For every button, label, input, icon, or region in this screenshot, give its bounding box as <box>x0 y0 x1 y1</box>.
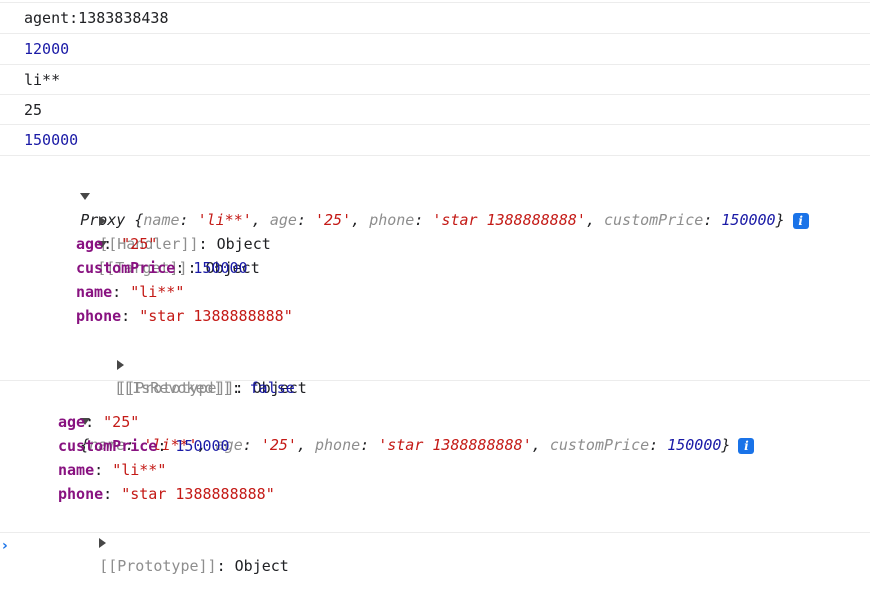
property-key: customPrice <box>76 259 176 277</box>
property-value: "star 1388888888" <box>139 307 293 325</box>
preview-key: customPrice <box>604 211 704 229</box>
preview-value: 150000 <box>667 436 722 454</box>
info-icon[interactable]: i <box>738 437 755 454</box>
property-key: name <box>76 283 113 301</box>
preview-key: phone <box>369 211 415 229</box>
log-line-string: li** <box>0 65 870 95</box>
property-key: phone <box>58 485 104 503</box>
property-value: 150000 <box>193 259 248 277</box>
log-text: agent:1383838438 <box>24 9 169 27</box>
preview-key: phone <box>315 436 361 454</box>
expand-triangle-icon[interactable] <box>99 537 107 548</box>
property-key: age <box>58 413 86 431</box>
property-row: customPrice: 150000 <box>58 437 230 455</box>
property-key: customPrice <box>58 437 158 455</box>
log-text: li** <box>24 71 61 89</box>
slot-type: Object <box>234 557 289 575</box>
log-number: 12000 <box>24 40 70 58</box>
log-line-number: 12000 <box>0 34 870 65</box>
log-line-string: 25 <box>0 95 870 125</box>
property-row: customPrice: 150000 <box>76 259 248 277</box>
preview-key: age <box>269 211 297 229</box>
prototype-row[interactable]: [[Prototype]]: Object <box>45 506 289 602</box>
property-row: phone: "star 1388888888" <box>58 485 275 503</box>
property-value: 150000 <box>175 437 230 455</box>
preview-value: 'star 1388888888' <box>432 211 586 229</box>
preview-value: 'star 1388888888' <box>378 436 532 454</box>
property-row: phone: "star 1388888888" <box>76 307 293 325</box>
property-value: "25" <box>103 413 140 431</box>
log-number: 150000 <box>24 131 79 149</box>
log-text: 25 <box>24 101 43 119</box>
preview-value: '25' <box>315 211 352 229</box>
property-value: "25" <box>121 235 158 253</box>
log-line-agent: agent:1383838438 <box>0 2 870 34</box>
property-value: "star 1388888888" <box>121 485 275 503</box>
property-row: age: "25" <box>76 235 158 253</box>
property-key: name <box>58 461 95 479</box>
object-log-entry: {name: 'li**', age: '25', phone: 'star 1… <box>0 381 870 575</box>
property-key: phone <box>76 307 122 325</box>
property-value: "li**" <box>112 461 167 479</box>
property-row: age: "25" <box>58 413 140 431</box>
preview-value: 150000 <box>721 211 776 229</box>
property-row: name: "li**" <box>58 461 167 479</box>
preview-key: customPrice <box>549 436 650 454</box>
info-icon[interactable]: i <box>792 212 809 229</box>
preview-value: '25' <box>260 436 297 454</box>
property-row: name: "li**" <box>76 283 185 301</box>
log-line-number: 150000 <box>0 125 870 156</box>
proxy-log-entry: Proxy {name: 'li**', age: '25', phone: '… <box>0 156 870 397</box>
property-key: age <box>76 235 104 253</box>
property-value: "li**" <box>130 283 185 301</box>
internal-slot-label: [[Prototype]] <box>99 557 217 575</box>
